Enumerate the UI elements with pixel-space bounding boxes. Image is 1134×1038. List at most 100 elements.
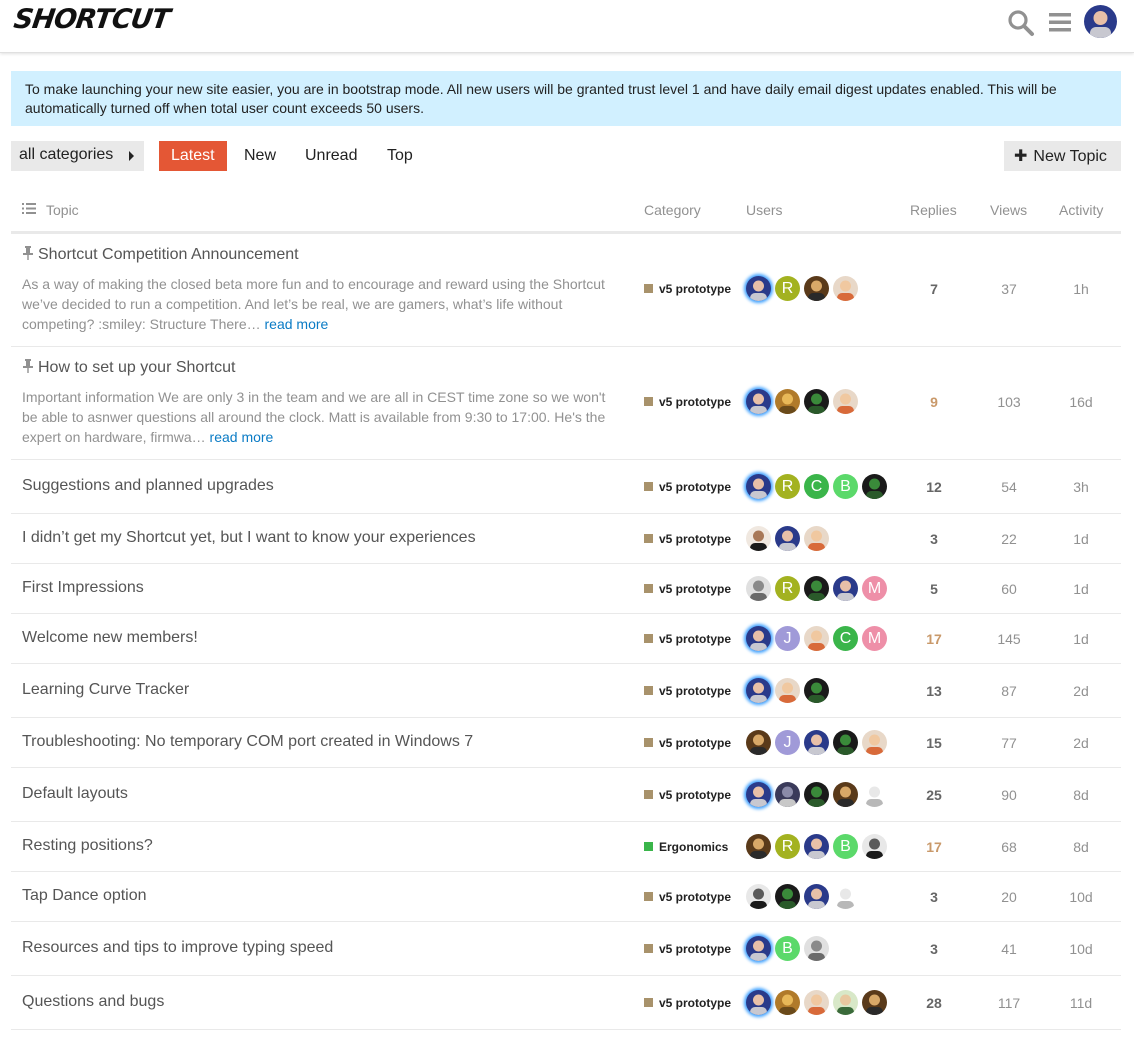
- topic-title[interactable]: Tap Dance option: [22, 887, 147, 905]
- user-avatar[interactable]: [746, 526, 771, 551]
- category-badge[interactable]: v5 prototype: [644, 788, 731, 802]
- reply-count[interactable]: 9: [904, 394, 964, 410]
- user-avatar[interactable]: B: [833, 474, 858, 499]
- topic-title[interactable]: Shortcut Competition Announcement: [22, 246, 299, 264]
- site-logo[interactable]: SHORTCUT: [12, 4, 172, 35]
- reply-count[interactable]: 12: [904, 479, 964, 495]
- user-avatar[interactable]: [804, 389, 829, 414]
- topic-title[interactable]: Resources and tips to improve typing spe…: [22, 939, 333, 957]
- topic-row[interactable]: Suggestions and planned upgrades v5 proto…: [11, 460, 1121, 514]
- topic-row[interactable]: Resources and tips to improve typing spe…: [11, 922, 1121, 976]
- user-avatar[interactable]: [862, 474, 887, 499]
- category-badge[interactable]: v5 prototype: [644, 684, 731, 698]
- read-more-link[interactable]: read more: [265, 316, 329, 332]
- user-avatar[interactable]: M: [862, 626, 887, 651]
- user-avatar[interactable]: [862, 730, 887, 755]
- topic-title[interactable]: Default layouts: [22, 785, 128, 803]
- topic-title[interactable]: How to set up your Shortcut: [22, 359, 235, 377]
- user-avatar[interactable]: [746, 389, 771, 414]
- user-avatar[interactable]: [833, 389, 858, 414]
- user-avatar[interactable]: [862, 990, 887, 1015]
- last-activity[interactable]: 1h: [1051, 281, 1111, 297]
- tab-unread[interactable]: Unread: [293, 141, 369, 171]
- category-badge[interactable]: v5 prototype: [644, 736, 731, 750]
- category-badge[interactable]: v5 prototype: [644, 942, 731, 956]
- user-avatar[interactable]: B: [833, 834, 858, 859]
- user-avatar[interactable]: [746, 576, 771, 601]
- last-activity[interactable]: 8d: [1051, 839, 1111, 855]
- user-avatar[interactable]: [746, 834, 771, 859]
- user-avatar[interactable]: [804, 936, 829, 961]
- category-badge[interactable]: v5 prototype: [644, 582, 731, 596]
- topic-row[interactable]: How to set up your Shortcut Important inf…: [11, 347, 1121, 460]
- user-avatar[interactable]: [804, 526, 829, 551]
- category-badge[interactable]: v5 prototype: [644, 395, 731, 409]
- user-avatar[interactable]: J: [775, 730, 800, 755]
- reply-count[interactable]: 15: [904, 735, 964, 751]
- topic-row[interactable]: Tap Dance option v5 prototype 3 20 10d: [11, 872, 1121, 922]
- user-avatar[interactable]: B: [775, 936, 800, 961]
- category-badge[interactable]: v5 prototype: [644, 632, 731, 646]
- user-avatar[interactable]: [746, 626, 771, 651]
- last-activity[interactable]: 3h: [1051, 479, 1111, 495]
- category-badge[interactable]: v5 prototype: [644, 890, 731, 904]
- column-views[interactable]: Views: [990, 202, 1027, 218]
- user-avatar[interactable]: [833, 730, 858, 755]
- topic-title[interactable]: Resting positions?: [22, 837, 153, 855]
- reply-count[interactable]: 3: [904, 531, 964, 547]
- user-avatar[interactable]: [746, 678, 771, 703]
- user-avatar[interactable]: [804, 730, 829, 755]
- reply-count[interactable]: 17: [904, 839, 964, 855]
- user-avatar[interactable]: J: [775, 626, 800, 651]
- user-avatar[interactable]: C: [833, 626, 858, 651]
- user-avatar[interactable]: [746, 276, 771, 301]
- category-badge[interactable]: v5 prototype: [644, 996, 731, 1010]
- tab-top[interactable]: Top: [375, 141, 425, 171]
- user-avatar[interactable]: [746, 990, 771, 1015]
- reply-count[interactable]: 13: [904, 683, 964, 699]
- category-badge[interactable]: Ergonomics: [644, 840, 728, 854]
- category-badge[interactable]: v5 prototype: [644, 532, 731, 546]
- user-avatar[interactable]: [775, 389, 800, 414]
- user-avatar[interactable]: [833, 782, 858, 807]
- column-activity[interactable]: Activity: [1059, 202, 1103, 218]
- user-avatar[interactable]: [775, 990, 800, 1015]
- user-avatar[interactable]: [833, 576, 858, 601]
- user-avatar[interactable]: [804, 990, 829, 1015]
- user-avatar[interactable]: M: [862, 576, 887, 601]
- column-topic[interactable]: Topic: [46, 202, 79, 218]
- topic-row[interactable]: Default layouts v5 prototype 25 90 8d: [11, 768, 1121, 822]
- user-avatar[interactable]: [775, 526, 800, 551]
- user-avatar[interactable]: [804, 678, 829, 703]
- user-avatar[interactable]: R: [775, 834, 800, 859]
- reply-count[interactable]: 3: [904, 941, 964, 957]
- user-avatar[interactable]: [1084, 5, 1117, 38]
- tab-latest[interactable]: Latest: [159, 141, 227, 171]
- user-avatar[interactable]: [775, 884, 800, 909]
- topic-row[interactable]: Resting positions? Ergonomics R B 17 68 8d: [11, 822, 1121, 872]
- last-activity[interactable]: 2d: [1051, 735, 1111, 751]
- user-avatar[interactable]: [804, 884, 829, 909]
- reply-count[interactable]: 5: [904, 581, 964, 597]
- reply-count[interactable]: 3: [904, 889, 964, 905]
- category-badge[interactable]: v5 prototype: [644, 480, 731, 494]
- new-topic-button[interactable]: ✚ New Topic: [1004, 141, 1121, 171]
- reply-count[interactable]: 28: [904, 995, 964, 1011]
- topic-row[interactable]: Welcome new members! v5 prototype J C M 17 145…: [11, 614, 1121, 664]
- user-avatar[interactable]: [862, 834, 887, 859]
- user-avatar[interactable]: [833, 276, 858, 301]
- user-avatar[interactable]: [804, 782, 829, 807]
- user-avatar[interactable]: R: [775, 576, 800, 601]
- topic-row[interactable]: Shortcut Competition Announcement As a wa…: [11, 234, 1121, 347]
- topic-row[interactable]: Troubleshooting: No temporary COM port c…: [11, 718, 1121, 768]
- topic-row[interactable]: Questions and bugs v5 prototype 28 117 11d: [11, 976, 1121, 1030]
- last-activity[interactable]: 8d: [1051, 787, 1111, 803]
- user-avatar[interactable]: [833, 990, 858, 1015]
- last-activity[interactable]: 11d: [1051, 995, 1111, 1011]
- list-icon[interactable]: [22, 203, 36, 214]
- user-avatar[interactable]: [862, 782, 887, 807]
- user-avatar[interactable]: R: [775, 276, 800, 301]
- last-activity[interactable]: 1d: [1051, 581, 1111, 597]
- topic-title[interactable]: Welcome new members!: [22, 629, 198, 647]
- user-avatar[interactable]: [775, 678, 800, 703]
